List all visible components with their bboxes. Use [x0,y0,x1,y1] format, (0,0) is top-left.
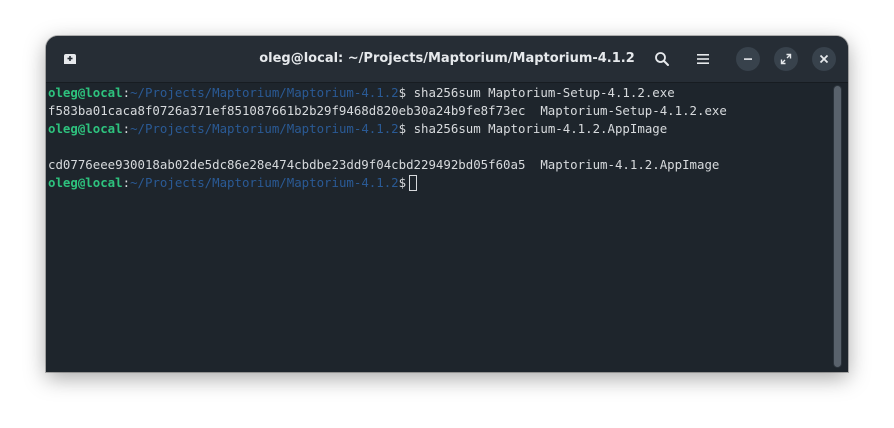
prompt-path: ~/Projects/Maptorium/Maptorium-4.1.2 [130,121,399,136]
prompt-dollar: $ [398,85,414,100]
close-button[interactable] [812,47,836,71]
terminal-output[interactable]: oleg@local:~/Projects/Maptorium/Maptoriu… [48,83,828,372]
title-bar[interactable]: oleg@local: ~/Projects/Maptorium/Maptori… [46,36,848,83]
text-cursor [409,175,418,191]
prompt-separator: : [122,85,131,100]
prompt-dollar: $ [398,175,407,190]
search-icon [655,52,669,66]
command-text: sha256sum Maptorium-Setup-4.1.2.exe [413,85,675,100]
prompt-separator: : [122,175,131,190]
maximize-button[interactable] [774,47,798,71]
prompt-path: ~/Projects/Maptorium/Maptorium-4.1.2 [130,85,399,100]
command-text: sha256sum Maptorium-4.1.2.AppImage [413,121,668,136]
terminal-line: cd0776eee930018ab02de5dc86e28e474cbdbe23… [48,157,720,172]
scrollbar[interactable] [833,85,842,368]
terminal-line: f583ba01caca8f0726a371ef851087661b2b29f9… [48,103,727,118]
terminal-window: oleg@local: ~/Projects/Maptorium/Maptori… [46,36,848,372]
prompt-user: oleg@local [48,85,123,100]
new-tab-icon [64,54,76,64]
minimize-button[interactable] [736,47,760,71]
terminal-line: oleg@local:~/Projects/Maptorium/Maptoriu… [48,84,828,102]
close-icon [819,54,829,64]
terminal-line: oleg@local:~/Projects/Maptorium/Maptoriu… [48,174,828,192]
prompt-dollar: $ [398,121,414,136]
window-title: oleg@local: ~/Projects/Maptorium/Maptori… [259,51,635,66]
prompt-user: oleg@local [48,121,123,136]
terminal-line: oleg@local:~/Projects/Maptorium/Maptoriu… [48,120,828,138]
search-button[interactable] [650,47,674,71]
minimize-icon [744,58,752,60]
maximize-icon [780,53,792,65]
menu-button[interactable] [691,47,715,71]
prompt-path: ~/Projects/Maptorium/Maptorium-4.1.2 [130,175,399,190]
prompt-user: oleg@local [48,175,123,190]
scrollbar-thumb[interactable] [834,86,841,367]
prompt-separator: : [122,121,131,136]
hamburger-menu-icon [697,54,709,64]
new-tab-button[interactable] [58,47,82,71]
